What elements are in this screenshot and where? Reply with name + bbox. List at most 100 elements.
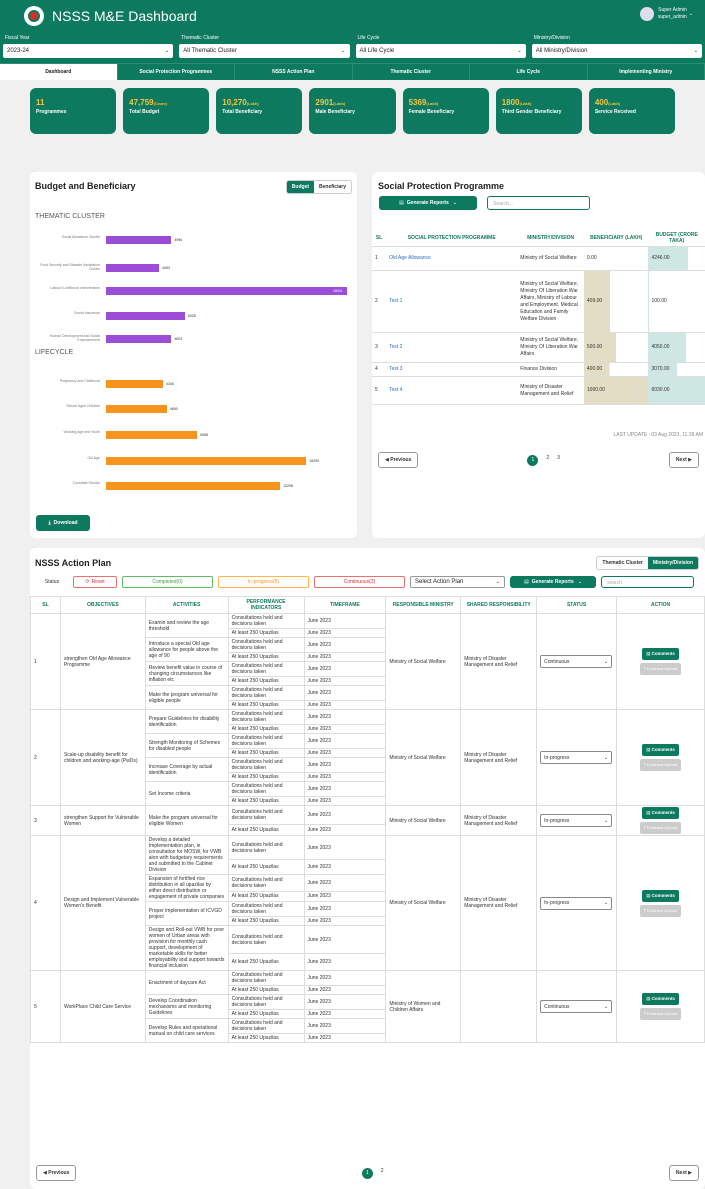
filter-label: Ministry/Division	[533, 35, 570, 41]
sp-col-header: BUDGET (CRORE TAKA)	[648, 230, 705, 247]
card-value: 47,759(Crore)	[129, 98, 203, 107]
ap-timeframe: June 2023	[303, 805, 387, 825]
ap-timeframe: June 2023	[303, 994, 387, 1010]
evidence-upload-button[interactable]: ⤒ Evidence Upload	[639, 904, 682, 917]
tab-2[interactable]: NSSS Action Plan	[235, 64, 353, 80]
sp-sl: 1	[372, 246, 387, 271]
comments-button[interactable]: ▤ Comments	[642, 993, 679, 1005]
ap-page-2[interactable]: 2	[381, 1168, 384, 1179]
tab-5[interactable]: Implementing Ministry	[588, 64, 705, 80]
filter-select[interactable]: All Thematic Cluster ⌄	[179, 44, 350, 58]
ap-objective: Scale-up disability benefit for children…	[59, 709, 146, 806]
ap-indicator: At least 250 Upazilas	[227, 724, 305, 734]
ap-next-button[interactable]: Next ▶	[668, 1165, 699, 1181]
comments-label: Comments	[651, 747, 675, 752]
comments-button[interactable]: ▤ Comments	[642, 648, 679, 660]
ap-activity: Prepare Guidelines for disability identi…	[144, 709, 229, 734]
inprogress-filter-button[interactable]: In-progress(6)	[218, 576, 309, 588]
user-menu[interactable]: Super Admin super_admin ⌄	[639, 7, 693, 21]
sp-page-1[interactable]: 1	[527, 454, 539, 466]
comments-button[interactable]: ▤ Comments	[642, 807, 679, 819]
ap-timeframe: June 2023	[303, 1033, 387, 1043]
ap-sl: 2	[30, 709, 61, 806]
ap-shared: Ministry of Disaster Management and Reli…	[460, 835, 538, 971]
sp-page-2[interactable]: 2	[546, 455, 549, 466]
sp-programme-link[interactable]: Test 2	[386, 332, 518, 363]
status-select[interactable]: In-progress ⌄	[540, 896, 613, 910]
chevron-down-icon: ⌄	[517, 48, 522, 54]
filter-select[interactable]: 2023-24 ⌄	[3, 44, 174, 58]
card-unit: (Lakh)	[608, 101, 621, 106]
status-select[interactable]: In-progress ⌄	[540, 814, 613, 827]
filter-select[interactable]: All Ministry/Division ⌄	[531, 44, 702, 58]
card-value: 5369(Lakh)	[409, 98, 483, 107]
sp-programme-link[interactable]: Test 4	[386, 376, 518, 405]
budget-toggle[interactable]: Budget Beneficiary	[285, 180, 352, 194]
sp-programme-link[interactable]: Test 1	[386, 270, 518, 333]
sp-programme-link[interactable]: Old Age Allowance	[386, 246, 518, 271]
summary-card: 5369(Lakh) Female Beneficiary	[402, 88, 489, 134]
reset-button[interactable]: ⟳ Reset	[73, 576, 117, 588]
evidence-upload-button[interactable]: ⤒ Evidence Upload	[639, 663, 682, 675]
status-select[interactable]: Continuous ⌄	[540, 655, 613, 668]
evidence-upload-button[interactable]: ⤒ Evidence Upload	[639, 822, 682, 834]
tab-3[interactable]: Thematic Cluster	[353, 64, 470, 80]
sp-search-input[interactable]: Search...	[487, 196, 590, 210]
ap-sl: 3	[30, 805, 61, 836]
ap-toggle[interactable]: Thematic Cluster Ministry/Division	[596, 556, 699, 570]
status-select[interactable]: In-progress ⌄	[540, 751, 613, 764]
comments-button[interactable]: ▤ Comments	[642, 889, 679, 902]
tab-0[interactable]: Dashboard	[0, 64, 118, 80]
ap-timeframe: June 2023	[303, 772, 387, 782]
card-label: Total Beneficiary	[222, 109, 263, 115]
download-button[interactable]: ⤓ Download	[36, 515, 90, 531]
evidence-label: Evidence Upload	[646, 825, 678, 830]
bar	[106, 431, 198, 439]
ap-timeframe: June 2023	[303, 652, 387, 662]
sp-pagination: ◀ Previous 123 Next ▶	[378, 452, 699, 468]
ap-objective: strengthen Support for Vulnerable Women	[59, 805, 146, 836]
ap-activity: Enactment of daycare Act	[144, 970, 229, 995]
ap-generate-reports-button[interactable]: ▤ Generate Reports ⌄	[510, 576, 596, 588]
tab-4[interactable]: Life Cycle	[470, 64, 588, 80]
sp-prev-button[interactable]: ◀ Previous	[378, 452, 419, 468]
continuous-filter-button[interactable]: Continuous(3)	[314, 576, 405, 588]
ap-indicator: Consultations held and decisions taken	[227, 661, 305, 677]
table-row: 2 Scale-up disability benefit for childre…	[30, 709, 705, 806]
evidence-upload-button[interactable]: ⤒ Evidence Upload	[639, 759, 682, 771]
bangladesh-logo-icon	[24, 6, 44, 26]
ap-status-cell: In-progress ⌄	[536, 709, 618, 806]
ap-toolbar: Status ⟳ Reset Completed(0) In-progress(…	[36, 576, 699, 588]
ap-prev-button[interactable]: ◀ Previous	[36, 1165, 77, 1181]
sp-programme-link[interactable]: Test 3	[386, 362, 518, 377]
action-plan-panel: NSSS Action Plan Thematic Cluster Minist…	[30, 548, 705, 1189]
ap-toggle-thematic[interactable]: Thematic Cluster	[597, 557, 648, 569]
tab-1[interactable]: Social Protection Programmes	[118, 64, 235, 80]
filter-value: All Thematic Cluster	[183, 48, 237, 54]
comments-label: Comments	[651, 651, 675, 656]
ap-timeframe: June 2023	[303, 901, 387, 917]
budget-toggle-budget[interactable]: Budget	[286, 181, 315, 193]
sp-col-header: SOCIAL PROTECTION PROGRAMME	[386, 230, 518, 247]
budget-toggle-beneficiary[interactable]: Beneficiary	[314, 181, 351, 193]
filter-select[interactable]: All Life Cycle ⌄	[355, 44, 526, 58]
status-value: In-progress	[544, 900, 570, 906]
ap-page-1[interactable]: 1	[361, 1167, 373, 1179]
status-select[interactable]: Continuous ⌄	[540, 1000, 613, 1013]
completed-filter-button[interactable]: Completed(0)	[122, 576, 213, 588]
card-number: 2901	[315, 98, 334, 107]
bar	[106, 264, 160, 272]
sp-next-button[interactable]: Next ▶	[668, 452, 699, 468]
ap-ministry: Ministry of Social Welfare	[385, 613, 462, 710]
select-action-plan[interactable]: Select Action Plan ⌄	[410, 576, 505, 588]
sp-generate-reports-button[interactable]: ▤ Generate Reports ⌄	[379, 196, 477, 210]
ap-timeframe: June 2023	[303, 924, 387, 955]
ap-search-input[interactable]: search	[601, 576, 694, 588]
comments-button[interactable]: ▤ Comments	[642, 744, 679, 756]
ap-toggle-ministry[interactable]: Ministry/Division	[647, 557, 698, 569]
ap-timeframe: June 2023	[303, 796, 387, 806]
ap-col-header: ACTIVITIES	[144, 596, 229, 614]
sp-page-3[interactable]: 3	[557, 455, 560, 466]
evidence-upload-button[interactable]: ⤒ Evidence Upload	[639, 1008, 682, 1020]
sp-beneficiary: 1000.00	[583, 376, 649, 405]
